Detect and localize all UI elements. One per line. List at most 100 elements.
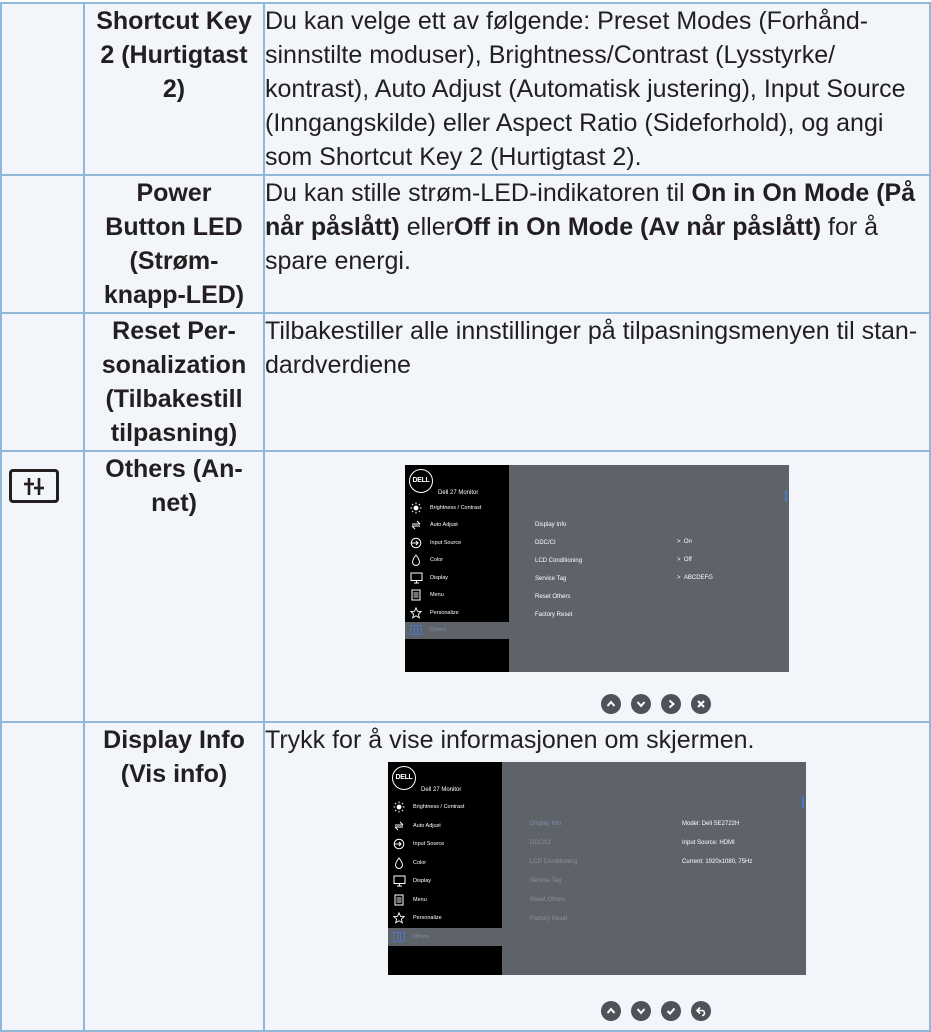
description-line: Tilbakestiller alle innstillinger på til… [265, 317, 918, 345]
osd-menu-menu: Menu [388, 891, 502, 910]
others-icon [405, 623, 427, 637]
icon-cell-empty [0, 312, 85, 452]
menu-icon [405, 588, 427, 602]
chevron-right-icon: > [677, 575, 681, 581]
setting-name-line: Others (An- [105, 455, 243, 483]
close-icon [691, 694, 711, 714]
input-source-icon [388, 837, 410, 851]
description-text: eller [399, 213, 454, 241]
osd-sidebar: DELL Dell 27 Monitor Brightness / Contra… [388, 762, 502, 975]
setting-name-line: knapp-LED) [103, 281, 245, 309]
description-line: kontrast), Auto Adjust (Automatisk juste… [265, 75, 906, 103]
row-shortcut-key-2: Shortcut Key 2 (Hurtigtast 2) Du kan vel… [0, 2, 931, 176]
osd-menu-display: Display [388, 872, 502, 891]
osd-submenu-item: Factory Reset [530, 916, 568, 922]
description-line: som Shortcut Key 2 (Hurtigtast 2). [265, 143, 642, 171]
setting-name-line: sonalization [101, 351, 247, 379]
description-line: dardverdiene [265, 351, 411, 379]
icon-cell-others [0, 450, 85, 723]
description-line: når påslått) ellerOff in On Mode (Av når… [265, 210, 929, 244]
display-icon [405, 571, 427, 585]
osd-menu-others: Others [388, 927, 502, 946]
setting-name-line: tilpasning) [110, 419, 238, 447]
dell-logo: DELL [392, 766, 416, 790]
setting-name-line: net) [151, 489, 197, 517]
auto-adjust-icon [405, 518, 427, 532]
icon-cell-empty [0, 2, 85, 176]
down-arrow-icon [631, 694, 651, 714]
setting-name: Others (An- net) [83, 450, 265, 723]
setting-name: Reset Per- sonalization (Tilbakestill ti… [83, 312, 265, 452]
display-icon [388, 874, 410, 888]
osd-scroll-indicator [785, 490, 787, 502]
setting-name-line: (Tilbakestill [105, 385, 243, 413]
description-text: for å [821, 213, 879, 241]
icon-cell-empty [0, 721, 85, 1032]
osd-nav-buttons [265, 1001, 929, 1021]
description-line: Du kan velge ett av følgende: Preset Mod… [265, 7, 869, 35]
description-line: spare energi. [265, 247, 411, 275]
others-icon [388, 930, 410, 944]
color-icon [388, 856, 410, 870]
row-others: Others (An- net) DELL Dell 27 Monitor Br… [0, 450, 931, 723]
auto-adjust-icon [388, 819, 410, 833]
setting-name-line: (Vis info) [120, 760, 228, 788]
description-line: Du kan stille strøm-LED-indikatoren til … [265, 176, 929, 210]
up-arrow-icon [601, 694, 621, 714]
osd-sidebar: DELL Dell 27 Monitor Brightness / Contra… [405, 465, 509, 672]
setting-description: Du kan velge ett av følgende: Preset Mod… [263, 2, 931, 176]
star-icon [405, 606, 427, 620]
osd-nav-buttons [265, 694, 929, 714]
others-sliders-icon [9, 469, 59, 503]
osd-menu-color: Color [388, 854, 502, 873]
setting-name-line: 2 (Hurtigtast [100, 41, 248, 69]
row-power-button-led: Power Button LED (Strøm- knapp-LED) Du k… [0, 174, 931, 314]
setting-name-line: Display Info [103, 726, 245, 754]
osd-menu-brightness: Brightness / Contrast [388, 798, 502, 817]
option-on-in-on-mode-cont: når påslått) [265, 213, 400, 241]
osd-menu-label: Others [413, 933, 430, 940]
right-arrow-icon [661, 694, 681, 714]
setting-description: Trykk for å vise informasjonen om skjerm… [263, 721, 931, 1032]
description-line: sinnstilte moduser), Brightness/Contrast… [265, 41, 836, 69]
dell-logo: DELL [409, 469, 433, 493]
osd-submenu-item: Factory Reset [535, 612, 573, 618]
sun-icon [405, 501, 427, 515]
setting-description: DELL Dell 27 Monitor Brightness / Contra… [263, 450, 931, 723]
star-icon [388, 911, 410, 925]
setting-name-line: 2) [162, 75, 186, 103]
setting-name: Shortcut Key 2 (Hurtigtast 2) [83, 2, 265, 176]
osd-content: Display Info DDC/CI LCD Conditioning Ser… [525, 465, 789, 672]
row-reset-personalization: Reset Per- sonalization (Tilbakestill ti… [0, 312, 931, 452]
color-icon [405, 553, 427, 567]
description-line: (Inngangskilde) eller Aspect Ratio (Side… [265, 109, 884, 137]
setting-name-line: Reset Per- [112, 317, 236, 345]
sun-icon [388, 800, 410, 814]
osd-others-screenshot: DELL Dell 27 Monitor Brightness / Contra… [405, 465, 789, 672]
osd-menu: Brightness / Contrast Auto Adjust Input … [388, 798, 502, 946]
osd-menu-personalize: Personalize [388, 909, 502, 928]
osd-menu-label: Others [430, 627, 447, 634]
option-on-in-on-mode: On in On Mode (På [691, 179, 916, 207]
setting-description: Du kan stille strøm-LED-indikatoren til … [263, 174, 931, 314]
osd-value: ABCDEFG [683, 575, 713, 581]
osd-info-value: Current: 1920x1080, 75Hz [682, 859, 753, 865]
setting-description: Tilbakestiller alle innstillinger på til… [263, 312, 931, 452]
option-off-in-on-mode: Off in On Mode (Av når påslått) [453, 213, 822, 241]
input-source-icon [405, 536, 427, 550]
menu-icon [388, 893, 410, 907]
setting-name: Display Info (Vis info) [83, 721, 265, 1032]
osd-scroll-indicator [802, 796, 804, 808]
setting-name-line: Shortcut Key [96, 7, 252, 35]
osd-menu-input-source: Input Source [405, 534, 509, 552]
osd-menu-personalize: Personalize [405, 604, 509, 622]
check-icon [661, 1001, 681, 1021]
icon-cell-empty [0, 174, 85, 314]
down-arrow-icon [631, 1001, 651, 1021]
setting-name-line: Button LED [105, 213, 243, 241]
setting-name-line: Power [136, 179, 212, 207]
osd-value-row: > ABCDEFG [677, 561, 713, 595]
osd-content: Display Info DDC/CI LCD Conditioning Ser… [520, 762, 806, 975]
up-arrow-icon [601, 1001, 621, 1021]
setting-name-line: (Strøm- [129, 247, 219, 275]
